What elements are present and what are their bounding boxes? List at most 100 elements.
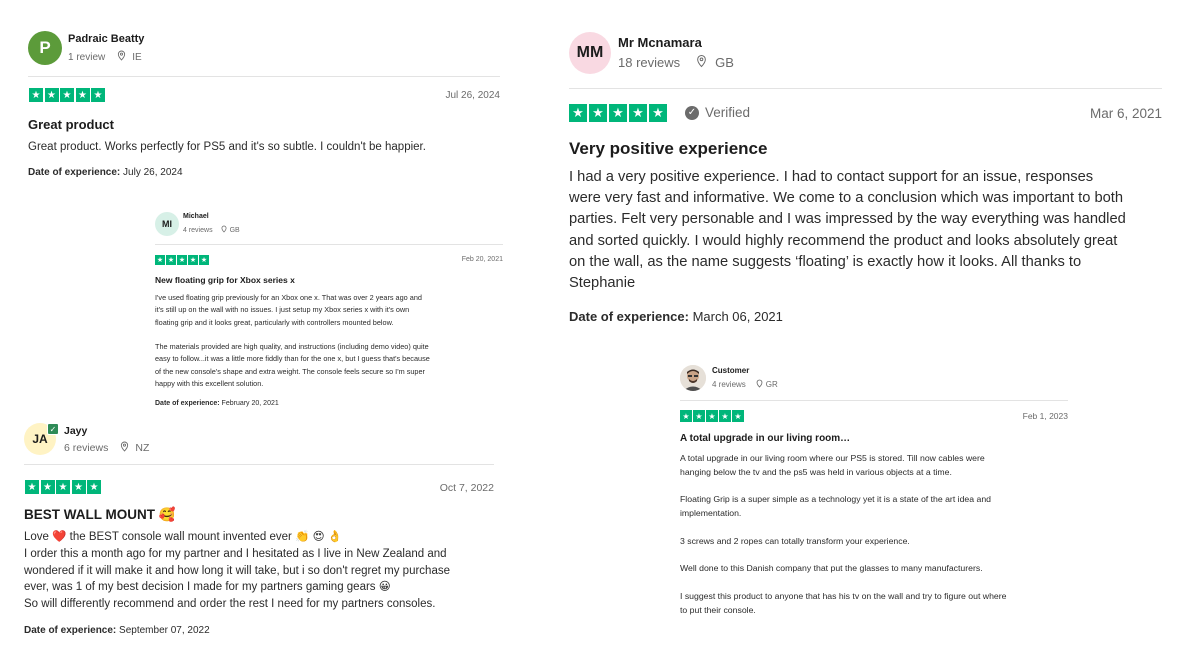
doe-value: February 20, 2021 <box>221 400 279 407</box>
review-card: Customer 4 reviews GR ★ ★ ★ ★ ★ Feb 1, 2… <box>680 365 1068 625</box>
location-pin-icon <box>696 54 707 71</box>
doe-label: Date of experience: <box>24 625 117 636</box>
review-title[interactable]: A total upgrade in our living room… <box>680 433 850 444</box>
star-rating: ★ ★ ★ ★ ★ <box>680 410 744 422</box>
date-of-experience: Date of experience: February 20, 2021 <box>155 400 279 407</box>
country-code: IE <box>132 51 142 63</box>
review-body: Love ❤️ the BEST console wall mount inve… <box>24 531 450 611</box>
avatar[interactable] <box>680 365 706 391</box>
review-count: 18 reviews <box>618 55 681 70</box>
star-icon: ★ <box>155 255 165 265</box>
review-date: Feb 20, 2021 <box>461 256 503 263</box>
verified-text: Verified <box>705 105 751 120</box>
review-title[interactable]: Very positive experience <box>569 139 767 159</box>
divider <box>680 400 1068 401</box>
star-icon: ★ <box>29 88 43 102</box>
review-card: JA ✓ Jayy 6 reviews NZ ★ ★ ★ ★ ★ Oct 7, … <box>24 423 494 643</box>
avatar[interactable]: MI <box>155 212 179 236</box>
reviewer-name[interactable]: Michael <box>183 213 209 220</box>
review-count: 6 reviews <box>64 442 109 454</box>
star-icon: ★ <box>40 480 55 494</box>
star-icon: ★ <box>71 480 86 494</box>
divider <box>24 464 494 465</box>
user-photo-icon <box>680 365 706 391</box>
star-icon: ★ <box>732 410 744 422</box>
review-card: P Padraic Beatty 1 review IE ★ ★ ★ ★ ★ J… <box>28 30 500 190</box>
review-count: 4 reviews <box>712 380 746 389</box>
divider <box>569 88 1162 89</box>
date-of-experience: Date of experience: September 07, 2022 <box>24 625 210 636</box>
review-body: I've used floating grip previously for a… <box>155 293 430 389</box>
star-icon: ★ <box>87 480 101 494</box>
review-date: Jul 26, 2024 <box>445 90 501 101</box>
review-card: MM Mr Mcnamara 18 reviews GB ★ ★ ★ ★ ★ ✓… <box>569 32 1162 332</box>
doe-value: September 07, 2022 <box>119 625 210 636</box>
review-count: 4 reviews <box>183 226 213 234</box>
star-rating: ★ ★ ★ ★ ★ <box>25 480 101 494</box>
date-of-experience: Date of experience: March 06, 2021 <box>569 309 783 324</box>
doe-label: Date of experience: <box>155 400 220 407</box>
location-pin-icon <box>221 225 227 235</box>
location-pin-icon <box>756 379 763 390</box>
star-rating: ★ ★ ★ ★ ★ <box>29 88 105 102</box>
review-body: I had a very positive experience. I had … <box>569 169 1126 292</box>
doe-value: July 26, 2024 <box>123 167 183 178</box>
star-icon: ★ <box>629 104 647 122</box>
review-title[interactable]: BEST WALL MOUNT 🥰 <box>24 507 176 523</box>
review-date: Mar 6, 2021 <box>1089 106 1162 121</box>
doe-value: March 06, 2021 <box>692 309 783 324</box>
verified-label: ✓ Verified <box>685 105 750 120</box>
reviewer-name[interactable]: Mr Mcnamara <box>618 35 702 50</box>
verified-badge-icon: ✓ <box>47 423 59 435</box>
star-icon: ★ <box>609 104 627 122</box>
review-date: Feb 1, 2023 <box>1022 411 1068 421</box>
review-title[interactable]: Great product <box>28 117 114 132</box>
star-icon: ★ <box>60 88 74 102</box>
star-icon: ★ <box>25 480 39 494</box>
review-title[interactable]: New floating grip for Xbox series x <box>155 275 295 285</box>
star-icon: ★ <box>44 88 59 102</box>
location-pin-icon <box>120 441 129 455</box>
divider <box>28 76 500 77</box>
star-icon: ★ <box>706 410 718 422</box>
star-icon: ★ <box>91 88 105 102</box>
reviewer-meta: 4 reviews GB <box>183 225 240 235</box>
doe-label: Date of experience: <box>569 309 689 324</box>
review-count: 1 review <box>68 51 106 63</box>
star-icon: ★ <box>680 410 692 422</box>
doe-label: Date of experience: <box>28 167 121 178</box>
date-of-experience: Date of experience: July 26, 2024 <box>28 167 183 178</box>
avatar[interactable]: P <box>28 31 62 65</box>
review-date: Oct 7, 2022 <box>439 482 494 494</box>
star-icon: ★ <box>177 255 187 265</box>
review-body: Great product. Works perfectly for PS5 a… <box>28 141 426 153</box>
star-icon: ★ <box>693 410 705 422</box>
country-code: GB <box>229 226 240 234</box>
reviewer-meta: 1 review IE <box>68 50 142 64</box>
star-icon: ★ <box>75 88 90 102</box>
star-rating: ★ ★ ★ ★ ★ <box>569 104 667 122</box>
star-icon: ★ <box>56 480 70 494</box>
reviewer-meta: 6 reviews NZ <box>64 441 149 455</box>
country-code: GB <box>715 55 734 70</box>
star-icon: ★ <box>199 255 209 265</box>
divider <box>155 244 503 245</box>
reviewer-name[interactable]: Jayy <box>64 425 87 437</box>
reviewer-meta: 4 reviews GR <box>712 379 778 390</box>
star-icon: ★ <box>719 410 731 422</box>
verified-check-icon: ✓ <box>685 105 699 120</box>
reviewer-meta: 18 reviews GB <box>618 54 734 71</box>
country-code: GR <box>765 380 778 389</box>
location-pin-icon <box>117 50 126 64</box>
review-body: A total upgrade in our living room where… <box>680 453 1007 615</box>
star-rating: ★ ★ ★ ★ ★ <box>155 255 209 265</box>
reviewer-name[interactable]: Padraic Beatty <box>68 33 144 45</box>
country-code: NZ <box>135 442 150 454</box>
avatar[interactable]: MM <box>569 32 611 74</box>
star-icon: ★ <box>166 255 176 265</box>
review-card: MI Michael 4 reviews GB ★ ★ ★ ★ ★ Feb 20… <box>155 212 503 412</box>
reviewer-name[interactable]: Customer <box>712 366 749 375</box>
star-icon: ★ <box>589 104 607 122</box>
star-icon: ★ <box>188 255 198 265</box>
star-icon: ★ <box>649 104 667 122</box>
